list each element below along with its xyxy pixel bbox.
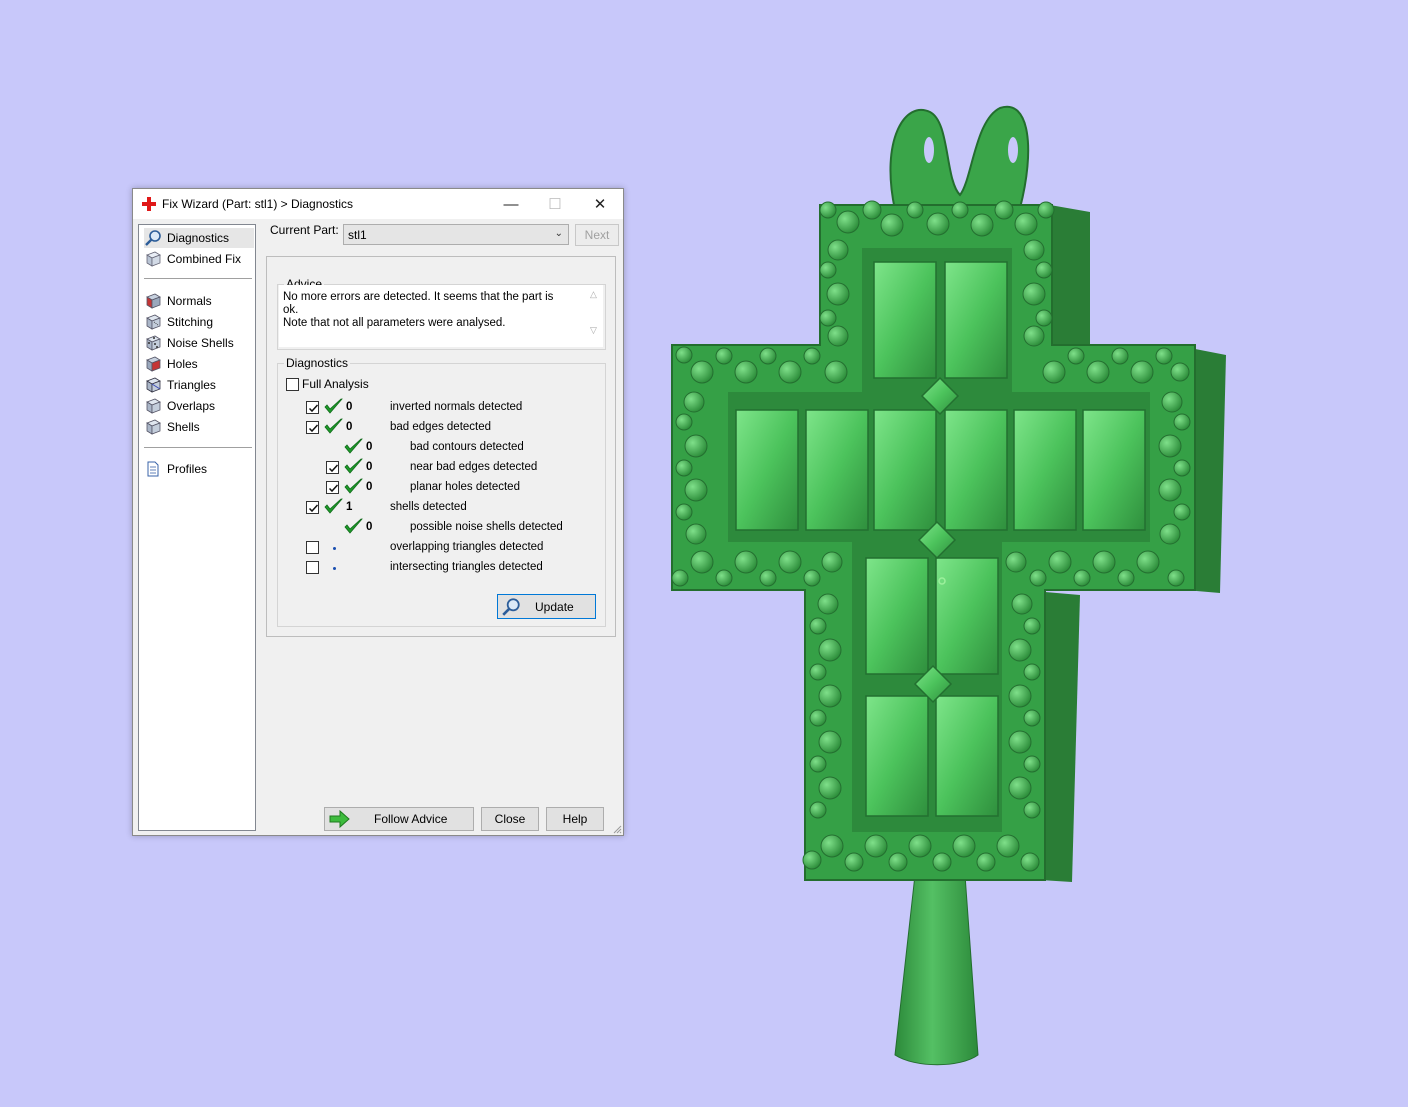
arrow-right-icon: [329, 810, 350, 828]
diagnostic-count: 0: [366, 461, 373, 473]
minimize-button[interactable]: —: [488, 189, 534, 219]
magnifier-icon: [502, 597, 520, 616]
combined-fix-cube-icon: [146, 251, 161, 267]
maximize-button: ☐: [548, 196, 562, 213]
sidebar-item-overlaps[interactable]: Overlaps: [144, 396, 254, 416]
diagnostic-label: near bad edges detected: [410, 461, 538, 473]
diagnostic-label: shells detected: [390, 501, 467, 513]
current-part-select[interactable]: stl1 ⌄: [343, 224, 569, 245]
diagnostic-label: overlapping triangles detected: [390, 541, 544, 553]
sidebar-item-label: Combined Fix: [167, 252, 242, 266]
update-button[interactable]: Update: [497, 594, 596, 619]
diagnostic-checkbox[interactable]: [306, 561, 319, 574]
sidebar-item-diagnostics[interactable]: Diagnostics: [144, 228, 254, 248]
diagnostic-checkbox[interactable]: [306, 421, 319, 434]
next-button: Next: [575, 224, 619, 246]
sidebar-item-label: Profiles: [167, 462, 208, 476]
diagnostic-checkbox[interactable]: [306, 401, 319, 414]
diagnostic-label: bad edges detected: [390, 421, 492, 433]
resize-grip-icon[interactable]: [612, 824, 622, 834]
sidebar-item-label: Overlaps: [167, 399, 216, 413]
diagnostic-label: planar holes detected: [410, 481, 520, 493]
diagnostic-count: 0: [346, 421, 353, 433]
diagnostic-count: 0: [366, 481, 373, 493]
green-check-icon: [344, 438, 364, 456]
full-analysis-label: Full Analysis: [302, 377, 369, 391]
noise-shells-cube-icon: [146, 335, 161, 351]
diagnostics-group-title: Diagnostics: [284, 356, 351, 370]
overlaps-cube-icon: [146, 398, 161, 414]
not-analysed-dot-icon: [333, 567, 336, 570]
diagnostic-count: 0: [366, 441, 373, 453]
normals-cube-icon: [146, 293, 161, 309]
diagnostic-checkbox[interactable]: [306, 501, 319, 514]
triangles-cube-icon: [146, 377, 161, 393]
green-check-icon: [324, 398, 344, 416]
diagnostic-checkbox[interactable]: [326, 481, 339, 494]
advice-line-1: No more errors are detected. It seems th…: [283, 291, 554, 316]
stitching-cube-icon: [146, 314, 161, 330]
close-window-button[interactable]: ✕: [577, 189, 623, 219]
sidebar-item-label: Stitching: [167, 315, 214, 329]
sidebar-divider: [144, 447, 252, 448]
diagnostic-checkbox[interactable]: [326, 461, 339, 474]
shells-cube-icon: [146, 419, 161, 435]
diagnostic-checkbox[interactable]: [306, 541, 319, 554]
update-button-label: Update: [535, 599, 574, 614]
full-analysis-checkbox[interactable]: [286, 378, 299, 391]
window-title: Fix Wizard (Part: stl1) > Diagnostics: [162, 197, 354, 211]
chevron-down-icon: ⌄: [554, 228, 563, 239]
fix-wizard-sidebar: Diagnostics Combined Fix Normals Stitchi…: [138, 224, 256, 831]
sidebar-item-label: Triangles: [167, 378, 216, 392]
diagnostic-count: 0: [346, 401, 353, 413]
sidebar-divider: [144, 278, 252, 279]
follow-advice-button[interactable]: Follow Advice: [324, 807, 474, 831]
red-cross-icon: [142, 197, 156, 211]
holes-cube-icon: [146, 356, 161, 372]
scroll-down-icon[interactable]: ▽: [590, 325, 597, 336]
sidebar-item-profiles[interactable]: Profiles: [144, 459, 254, 479]
green-check-icon: [344, 518, 364, 536]
sidebar-item-label: Holes: [167, 357, 198, 371]
diagnostic-label: intersecting triangles detected: [390, 561, 543, 573]
help-button[interactable]: Help: [546, 807, 604, 831]
advice-scrollbar[interactable]: △ ▽: [586, 285, 603, 343]
fix-wizard-dialog: Fix Wizard (Part: stl1) > Diagnostics — …: [132, 188, 624, 836]
magnifier-icon: [145, 230, 161, 246]
diagnostic-label: possible noise shells detected: [410, 521, 563, 533]
sidebar-item-noise-shells[interactable]: Noise Shells: [144, 333, 254, 353]
sidebar-item-holes[interactable]: Holes: [144, 354, 254, 374]
diagnostic-label: inverted normals detected: [390, 401, 523, 413]
follow-advice-label: Follow Advice: [374, 812, 448, 826]
green-check-icon: [324, 418, 344, 436]
advice-line-2: Note that not all parameters were analys…: [283, 317, 506, 329]
title-bar[interactable]: Fix Wizard (Part: stl1) > Diagnostics — …: [133, 189, 623, 219]
diagnostic-label: bad contours detected: [410, 441, 524, 453]
green-check-icon: [324, 498, 344, 516]
sidebar-item-label: Noise Shells: [167, 336, 234, 350]
diagnostic-count: 1: [346, 501, 353, 513]
diagnostics-panel: Advice No more errors are detected. It s…: [266, 256, 616, 637]
current-part-label: Current Part:: [270, 223, 339, 237]
profiles-document-icon: [147, 461, 159, 477]
sidebar-item-label: Diagnostics: [167, 231, 230, 245]
diagnostic-count: 0: [366, 521, 373, 533]
sidebar-item-combined-fix[interactable]: Combined Fix: [144, 249, 254, 269]
green-check-icon: [344, 458, 364, 476]
sidebar-item-label: Normals: [167, 294, 212, 308]
sidebar-item-shells[interactable]: Shells: [144, 417, 254, 437]
advice-text: No more errors are detected. It seems th…: [283, 291, 571, 330]
sidebar-item-normals[interactable]: Normals: [144, 291, 254, 311]
green-check-icon: [344, 478, 364, 496]
sidebar-item-stitching[interactable]: Stitching: [144, 312, 254, 332]
current-part-value: stl1: [348, 228, 367, 242]
not-analysed-dot-icon: [333, 547, 336, 550]
sidebar-item-triangles[interactable]: Triangles: [144, 375, 254, 395]
close-button[interactable]: Close: [481, 807, 539, 831]
advice-textbox[interactable]: No more errors are detected. It seems th…: [279, 285, 603, 347]
scroll-up-icon[interactable]: △: [590, 289, 597, 300]
sidebar-item-label: Shells: [167, 420, 200, 434]
